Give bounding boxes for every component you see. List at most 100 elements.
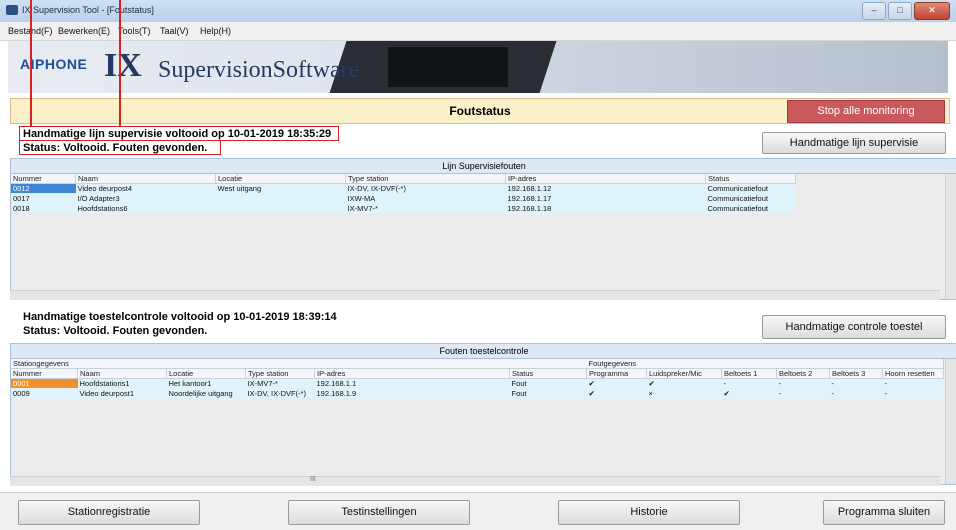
cell: - [829, 388, 883, 399]
product-name: SupervisionSoftware [158, 57, 360, 83]
table-row[interactable]: 0012 Video deurpost4 West uitgang IX-DV,… [11, 183, 796, 194]
cell: ✔ [586, 388, 647, 399]
line-faults-title: Lijn Supervisiefouten [10, 158, 956, 174]
col-header[interactable]: Status [509, 368, 587, 379]
manual-line-supervision-button[interactable]: Handmatige lijn supervisie [762, 132, 946, 154]
annotation-box [19, 140, 221, 155]
footer-bar: Stationregistratie Testinstellingen Hist… [0, 492, 956, 530]
cell: Het kantoor1 [166, 378, 246, 389]
annotation-box [19, 126, 339, 141]
col-header[interactable]: Naam [75, 174, 216, 184]
device-faults-vscroll[interactable] [945, 359, 956, 484]
cell: 192.168.1.18 [505, 203, 706, 214]
cell: - [829, 378, 883, 389]
test-settings-button[interactable]: Testinstellingen [288, 500, 470, 525]
cell: - [882, 388, 944, 399]
annotation-line [30, 0, 32, 127]
cell: Communicatiefout [705, 193, 796, 204]
col-header[interactable]: IP-adres [314, 368, 510, 379]
col-header[interactable]: Naam [77, 368, 167, 379]
cell: 192.168.1.1 [314, 378, 510, 389]
cell: ✔ [586, 378, 647, 389]
cell: - [882, 378, 944, 389]
cell: Hoofdstations1 [77, 378, 167, 389]
cell: Hoofdstations6 [75, 203, 216, 214]
cell: IX-MV7-* [245, 378, 315, 389]
cell: 0017 [11, 193, 76, 204]
col-header[interactable]: Luidspreker/Mic [646, 368, 722, 379]
menu-tools[interactable]: Tools(T) [118, 26, 151, 36]
cell: × [646, 388, 722, 399]
cell: 0009 [11, 388, 78, 399]
cell [215, 203, 346, 214]
manual-device-check-button[interactable]: Handmatige controle toestel [762, 315, 946, 339]
col-header[interactable]: Type station [345, 174, 506, 184]
station-registration-button[interactable]: Stationregistratie [18, 500, 200, 525]
annotation-line [119, 0, 121, 127]
cell: - [776, 378, 830, 389]
col-header[interactable]: Beltoets 2 [776, 368, 830, 379]
menu-bewerken[interactable]: Bewerken(E) [58, 26, 110, 36]
line-faults-hscroll[interactable] [10, 290, 940, 300]
col-header[interactable]: Hoorn resetten [882, 368, 944, 379]
ix-logo: IX [104, 47, 142, 84]
device-check-status: Status: Voltooid. Fouten gevonden. [23, 325, 208, 337]
col-header[interactable]: Status [705, 174, 796, 184]
cell: IX-DV, IX-DVF(-*) [345, 183, 506, 194]
cell: ✔ [721, 388, 777, 399]
group-header-fault: Foutgegevens [586, 359, 944, 369]
minimize-button[interactable]: – [862, 2, 886, 20]
table-row[interactable]: 0018 Hoofdstations6 IX-MV7-* 192.168.1.1… [11, 203, 796, 214]
maximize-button[interactable]: □ [888, 2, 912, 20]
col-header[interactable]: Locatie [166, 368, 246, 379]
col-header[interactable]: Nummer [11, 368, 78, 379]
device-check-completed: Handmatige toestelcontrole voltooid op 1… [23, 311, 337, 323]
cell: IX-DV, IX-DVF(-*) [245, 388, 315, 399]
menu-help[interactable]: Help(H) [200, 26, 231, 36]
close-program-button[interactable]: Programma sluiten [823, 500, 945, 525]
app-icon [6, 5, 18, 15]
col-header[interactable]: Beltoets 3 [829, 368, 883, 379]
cell: ✔ [646, 378, 722, 389]
group-header-station: Stationgegevens [11, 359, 587, 369]
device-faults-hscroll[interactable]: III [10, 476, 940, 486]
cell: 0001 [11, 378, 78, 389]
col-header[interactable]: Beltoets 1 [721, 368, 777, 379]
stop-monitoring-button[interactable]: Stop alle monitoring [787, 100, 945, 123]
close-button[interactable]: ✕ [914, 2, 950, 20]
line-faults-grid: Nummer Naam Locatie Type station IP-adre… [10, 173, 956, 300]
cell: - [776, 388, 830, 399]
table-row[interactable]: 0017 I/O Adapter3 IXW-MA 192.168.1.17 Co… [11, 193, 796, 204]
cell: - [721, 378, 777, 389]
cell: West uitgang [215, 183, 346, 194]
scroll-thumb[interactable]: III [310, 476, 316, 483]
cell: 0012 [11, 183, 76, 194]
cell: 192.168.1.17 [505, 193, 706, 204]
cell: Communicatiefout [705, 203, 796, 214]
history-button[interactable]: Historie [558, 500, 740, 525]
col-header[interactable]: Type station [245, 368, 315, 379]
table-row[interactable]: 0001 Hoofdstations1 Het kantoor1 IX-MV7-… [11, 378, 944, 389]
col-header[interactable]: Nummer [11, 174, 76, 184]
menu-taal[interactable]: Taal(V) [160, 26, 189, 36]
cell [215, 193, 346, 204]
line-faults-vscroll[interactable] [945, 174, 956, 299]
cell: IXW-MA [345, 193, 506, 204]
col-header[interactable]: Locatie [215, 174, 346, 184]
device-faults-grid: Stationgegevens Foutgegevens Nummer Naam… [10, 358, 956, 485]
cell: Communicatiefout [705, 183, 796, 194]
cell: Video deurpost4 [75, 183, 216, 194]
title-bar: IX Supervision Tool - [Foutstatus] – □ ✕ [0, 0, 956, 23]
cell: Video deurpost1 [77, 388, 167, 399]
col-header[interactable]: Programma [586, 368, 647, 379]
cell: Fout [509, 378, 587, 389]
table-row[interactable]: 0009 Video deurpost1 Noordelijke uitgang… [11, 388, 944, 399]
banner: AIPHONE IX SupervisionSoftware [8, 41, 948, 93]
cell: 192.168.1.12 [505, 183, 706, 194]
col-header[interactable]: IP-adres [505, 174, 706, 184]
cell: 192.168.1.9 [314, 388, 510, 399]
window-title: IX Supervision Tool - [Foutstatus] [22, 5, 154, 15]
device-faults-title: Fouten toestelcontrole [10, 343, 956, 359]
cell: I/O Adapter3 [75, 193, 216, 204]
cell: Fout [509, 388, 587, 399]
